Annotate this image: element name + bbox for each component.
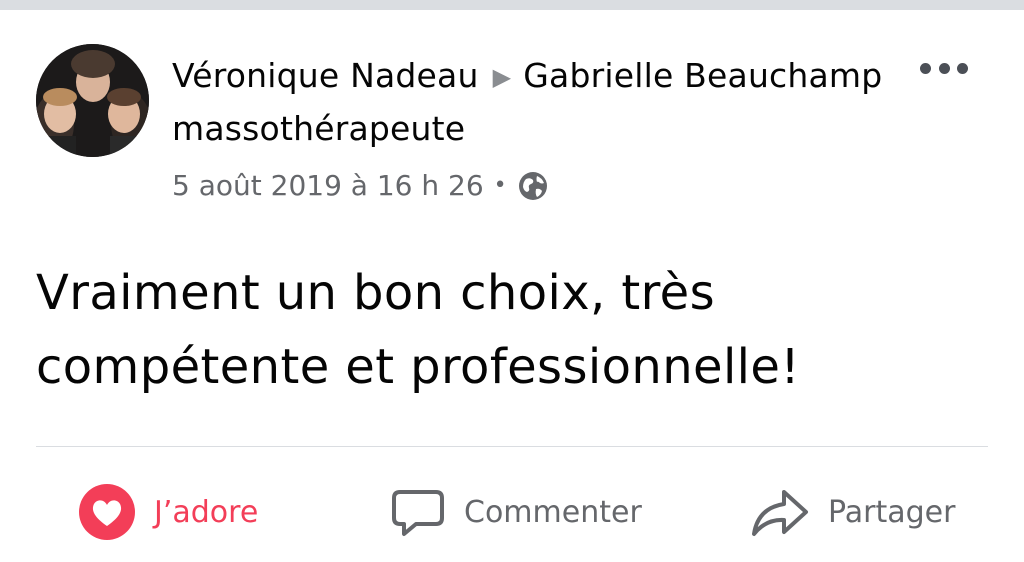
- top-separator-strip: [0, 0, 1024, 10]
- post-meta: 5 août 2019 à 16 h 26 •: [172, 169, 892, 202]
- heart-icon: [79, 484, 135, 540]
- more-dot: [957, 62, 968, 74]
- meta-separator: •: [493, 173, 507, 198]
- shared-to-arrow-icon: ▶: [492, 63, 512, 91]
- share-arrow-icon: [752, 490, 808, 536]
- author-avatar[interactable]: [36, 44, 149, 157]
- comment-label: Commenter: [464, 494, 642, 530]
- share-button[interactable]: Partager: [750, 474, 955, 550]
- globe-icon[interactable]: [517, 170, 549, 202]
- love-reaction-button[interactable]: J’adore: [78, 474, 258, 550]
- comment-icon: [392, 490, 444, 536]
- author-block: Véronique Nadeau ▶ Gabrielle Beauchamp mas…: [172, 50, 892, 202]
- more-options-icon[interactable]: [920, 54, 968, 82]
- author-line: Véronique Nadeau ▶ Gabrielle Beauchamp mas…: [172, 50, 892, 155]
- post-header: Véronique Nadeau ▶ Gabrielle Beauchamp mas…: [36, 44, 986, 214]
- comment-button[interactable]: Commenter: [390, 474, 642, 550]
- author-name[interactable]: Véronique Nadeau: [172, 56, 479, 95]
- more-dot: [938, 62, 950, 74]
- love-label: J’adore: [154, 494, 259, 530]
- actions-divider: [36, 446, 988, 447]
- post-timestamp[interactable]: 5 août 2019 à 16 h 26: [172, 169, 484, 202]
- more-dot: [920, 62, 931, 74]
- post-actions-bar: J’adore Commenter Partager: [0, 474, 1024, 550]
- share-label: Partager: [828, 494, 956, 530]
- post-body-text: Vraiment un bon choix, très compétente e…: [36, 265, 800, 395]
